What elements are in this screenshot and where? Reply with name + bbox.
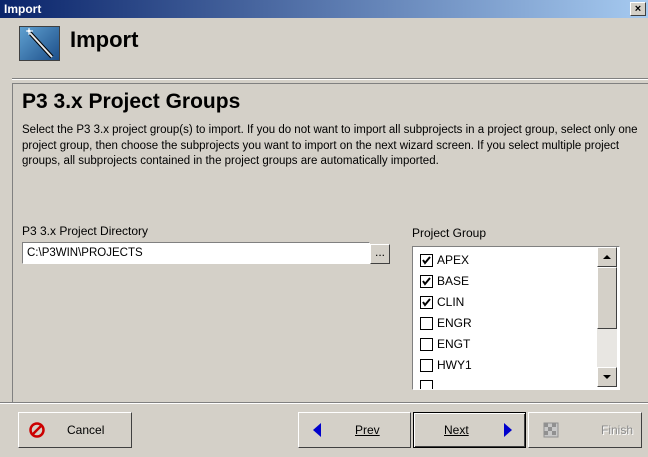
list-item-label: ENGR [437,316,472,330]
footer-divider [0,402,648,404]
checkbox[interactable] [420,275,433,288]
scroll-thumb[interactable] [597,267,617,329]
project-group-label: Project Group [412,226,487,240]
window-title: Import [4,2,42,16]
arrow-left-icon [313,423,321,437]
next-button[interactable]: Next [413,412,526,448]
checkbox[interactable] [420,338,433,351]
arrow-down-icon [603,375,611,379]
scroll-down-button[interactable] [597,367,617,387]
finish-button[interactable]: Finish [528,412,642,448]
cancel-label: Cancel [67,423,105,437]
checkbox[interactable] [420,296,433,309]
checkbox [420,380,433,389]
prev-button[interactable]: Prev [298,412,411,448]
header-title: Import [70,27,139,52]
arrow-right-icon [504,423,512,437]
project-group-list[interactable]: APEX BASE CLIN ENGR ENGT HWY1 [412,246,620,390]
close-icon: × [634,3,642,15]
list-item-label: APEX [437,253,470,267]
prev-label: Prev [355,423,380,437]
page-title: P3 3.x Project Groups [22,90,241,113]
directory-label: P3 3.x Project Directory [22,224,149,238]
finish-flag-icon [543,422,559,438]
cancel-icon [29,422,45,438]
title-bar: Import × [0,0,648,18]
checkbox[interactable] [420,317,433,330]
list-item-label: ENGT [437,337,471,351]
finish-label: Finish [601,423,634,437]
cancel-button[interactable]: Cancel [18,412,132,448]
checkbox[interactable] [420,254,433,267]
directory-input[interactable] [22,242,370,264]
next-label: Next [444,423,469,437]
checkbox[interactable] [420,359,433,372]
list-item-label: CLIN [437,295,465,309]
wizard-wand-icon [19,26,60,61]
browse-button[interactable]: ... [370,244,390,264]
arrow-up-icon [603,255,611,259]
scroll-up-button[interactable] [597,247,617,267]
list-item-label: BASE [437,274,470,288]
close-button[interactable]: × [630,2,646,16]
header-divider [12,78,648,80]
page-description: Select the P3 3.x project group(s) to im… [22,124,638,167]
list-item-label: HWY1 [437,358,472,372]
vertical-scrollbar[interactable] [597,247,617,387]
